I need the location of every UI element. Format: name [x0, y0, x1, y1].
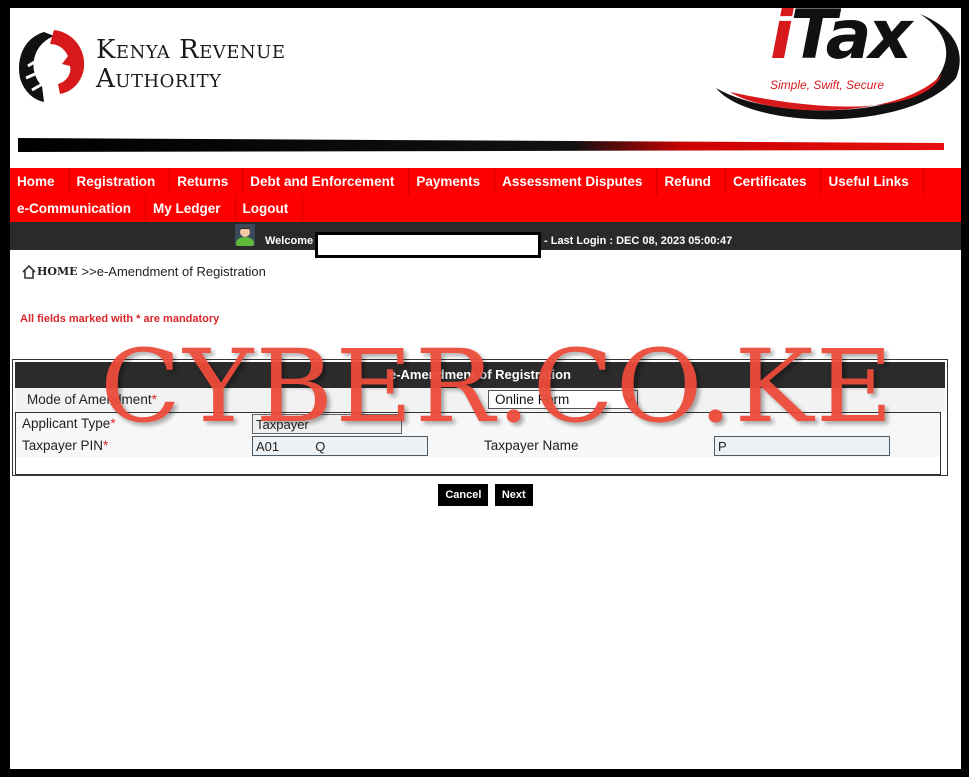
nav-row-2: e-Communication My Ledger Logout [10, 195, 961, 222]
itax-tagline: Simple, Swift, Secure [770, 78, 885, 92]
breadcrumb-current: >>e-Amendment of Registration [81, 264, 266, 279]
taxpayer-pin-row: Taxpayer PIN* Taxpayer Name [16, 435, 940, 457]
nav-useful-links[interactable]: Useful Links [821, 168, 924, 195]
cancel-button[interactable]: Cancel [438, 484, 489, 506]
nav-my-ledger[interactable]: My Ledger [146, 195, 236, 222]
home-icon [22, 264, 36, 279]
nav-payments[interactable]: Payments [409, 168, 496, 195]
page: Kenya Revenue Authority iTax Simple, Swi… [10, 8, 961, 769]
mandatory-fields-note: All fields marked with * are mandatory [20, 313, 220, 325]
form-title: e-Amendment of Registration [15, 362, 945, 388]
welcome-user-name-redacted [315, 232, 541, 258]
mode-of-amendment-label: Mode of Amendment* [27, 392, 157, 407]
welcome-bar: Welcome - Last Login : DEC 08, 2023 05:0… [10, 222, 961, 258]
taxpayer-details-box: Applicant Type* Taxpayer PIN* Taxpayer N… [15, 412, 941, 475]
nav-registration[interactable]: Registration [70, 168, 171, 195]
mode-label-text: Mode of Amendment [27, 392, 152, 407]
nav-certificates[interactable]: Certificates [726, 168, 822, 195]
kra-org-name: Kenya Revenue Authority [96, 36, 285, 94]
nav-debt-enforcement[interactable]: Debt and Enforcement [243, 168, 410, 195]
kra-lion-logo-icon [19, 30, 85, 102]
applicant-type-label-text: Applicant Type [22, 416, 111, 431]
main-nav: Home Registration Returns Debt and Enfor… [10, 168, 961, 222]
nav-e-communication[interactable]: e-Communication [10, 195, 147, 222]
itax-logo-text: iTax [770, 8, 912, 75]
required-mark: * [103, 438, 109, 453]
taxpayer-pin-field[interactable] [252, 436, 428, 456]
nav-assessment-disputes[interactable]: Assessment Disputes [495, 168, 658, 195]
nav-home[interactable]: Home [10, 168, 70, 195]
nav-refund[interactable]: Refund [657, 168, 726, 195]
org-name-line1: Kenya Revenue [96, 35, 286, 65]
next-button[interactable]: Next [494, 484, 533, 506]
taxpayer-name-label: Taxpayer Name [484, 438, 579, 453]
nav-returns[interactable]: Returns [170, 168, 244, 195]
taxpayer-pin-label: Taxpayer PIN* [22, 438, 108, 453]
user-avatar-icon [235, 224, 255, 246]
breadcrumb-home-link[interactable]: HOME [37, 265, 78, 278]
applicant-type-label: Applicant Type* [22, 416, 116, 431]
form-actions: Cancel Next [10, 484, 961, 506]
itax-tax: Tax [790, 8, 912, 75]
mode-of-amendment-select[interactable]: Online Form [488, 390, 638, 409]
taxpayer-pin-label-text: Taxpayer PIN [22, 438, 104, 453]
header-divider-strip [18, 138, 944, 152]
nav-logout[interactable]: Logout [236, 195, 304, 222]
amendment-form-panel: e-Amendment of Registration Mode of Amen… [12, 359, 948, 476]
nav-row-1: Home Registration Returns Debt and Enfor… [10, 168, 961, 195]
mode-of-amendment-row: Mode of Amendment* Online Form [15, 388, 945, 412]
applicant-type-row: Applicant Type* [16, 413, 940, 435]
taxpayer-name-field[interactable] [714, 436, 890, 456]
applicant-type-field[interactable] [252, 414, 402, 434]
last-login-text: - Last Login : DEC 08, 2023 05:00:47 [544, 235, 733, 247]
org-name-line2: Authority [96, 64, 222, 94]
itax-i: i [770, 8, 793, 75]
welcome-label: Welcome [265, 235, 314, 247]
breadcrumb: HOME >>e-Amendment of Registration [22, 264, 266, 279]
required-mark: * [151, 392, 157, 407]
header: Kenya Revenue Authority iTax Simple, Swi… [10, 8, 961, 168]
required-mark: * [110, 416, 116, 431]
